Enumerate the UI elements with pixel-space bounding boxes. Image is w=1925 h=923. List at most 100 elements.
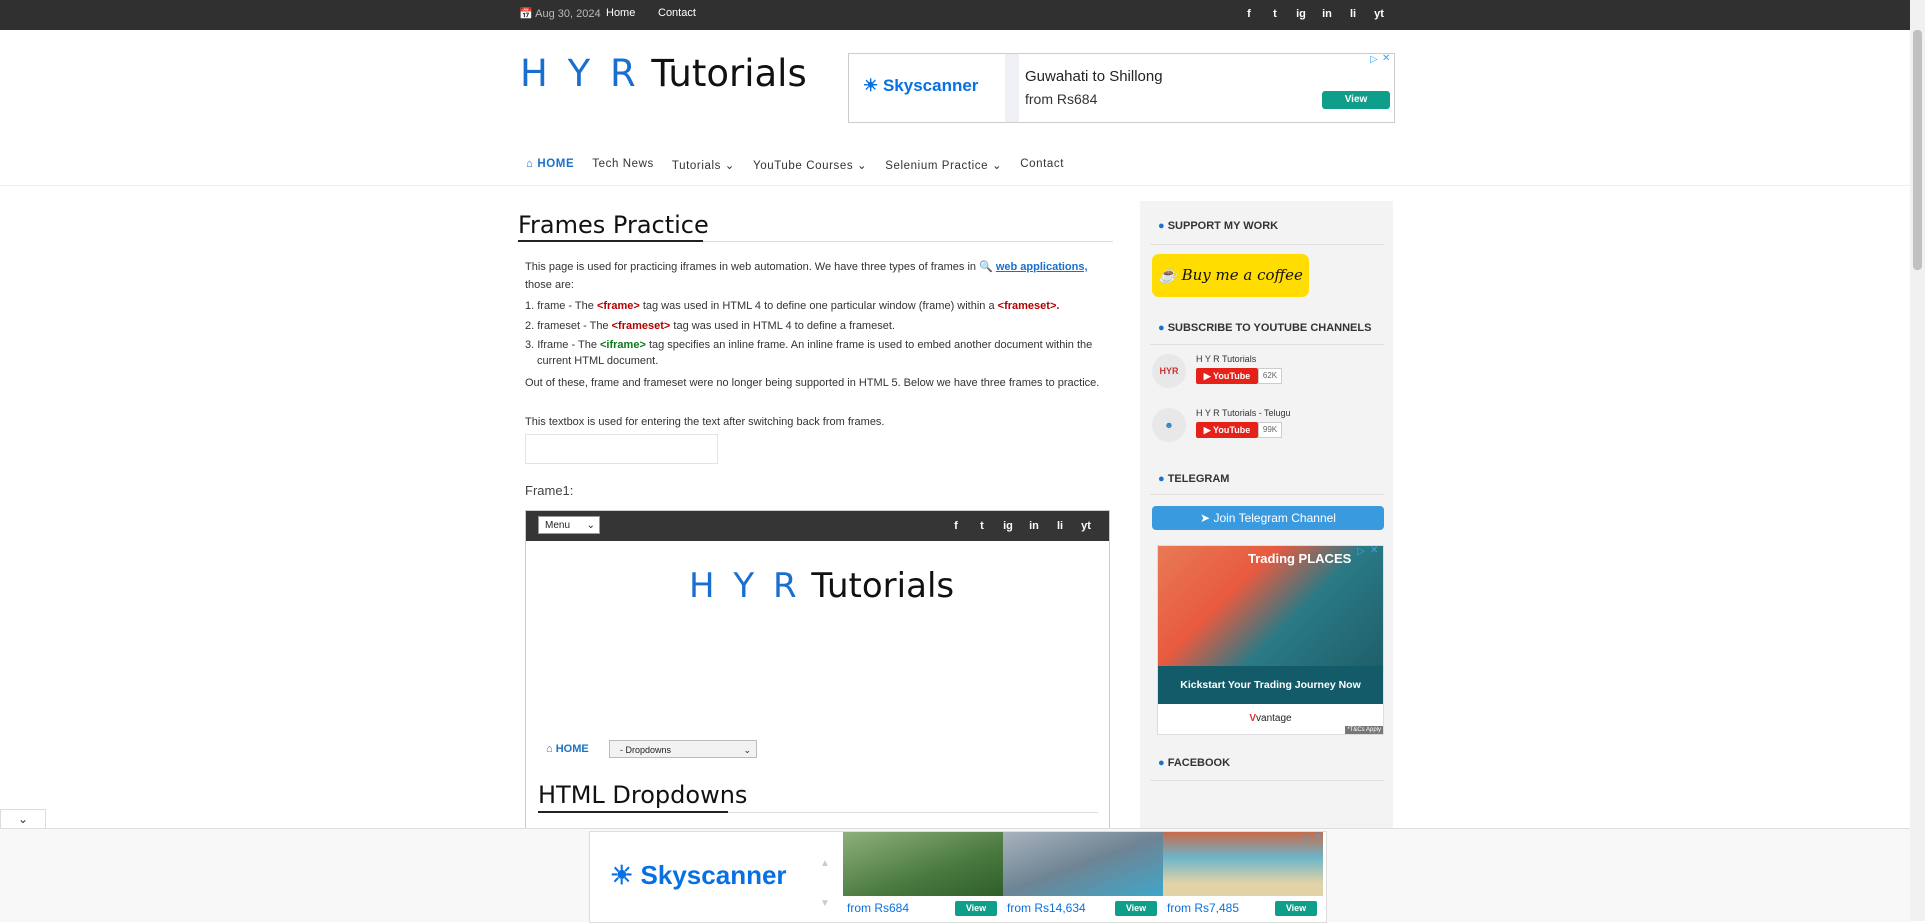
outro-text: Out of these, frame and frameset were no… [525,377,1100,389]
linkedin-icon[interactable]: li [1047,520,1073,534]
sidebar-divider [1150,780,1384,781]
facebook-heading-text: FACEBOOK [1167,757,1231,769]
twitter-icon[interactable]: t [969,520,995,534]
frame1-logo[interactable]: H Y R Tutorials [689,566,954,606]
ad-choices-icon[interactable]: ▷ [1303,832,1311,843]
ad-route: Guwahati to Shillong [1025,68,1163,85]
destination-tile[interactable]: from Rs684 View [843,832,1003,922]
scrollbar-thumb[interactable] [1913,30,1922,270]
twitter-icon[interactable]: t [1262,8,1288,22]
nav-contact[interactable]: Contact [1020,158,1064,174]
tc-apply: *T&Cs Apply [1345,726,1383,734]
nav-tech-news[interactable]: Tech News [592,158,654,174]
facebook-icon[interactable]: f [943,520,969,534]
search-icon: 🔍 [979,261,993,273]
linkedin-icon[interactable]: li [1340,8,1366,22]
destination-image [1163,832,1323,896]
date-label: 📅 Aug 30, 2024 [519,8,601,20]
frame-tag: <frame> [596,300,640,312]
site-logo[interactable]: H Y R Tutorials [520,52,807,95]
youtube-btn-label: YouTube [1213,371,1251,381]
subscriber-count: 62K [1258,368,1282,384]
page-title: Frames Practice [518,211,709,239]
web-applications-link[interactable]: web applications, [996,261,1088,273]
frame1-title-rule [728,812,1098,813]
top-link-home[interactable]: Home [606,7,635,19]
telegram-plane-icon: ➤ [1200,511,1211,525]
skyscanner-logo: ☀ Skyscanner [610,860,787,890]
ad-close-icon[interactable]: ✕ [1370,545,1378,556]
nav-home[interactable]: ⌂ HOME [526,158,574,174]
instagram-icon[interactable]: in [1314,8,1340,22]
channel-name: H Y R Tutorials - Telugu [1196,408,1291,418]
telegram-heading: ● TELEGRAM [1158,473,1230,485]
top-link-contact[interactable]: Contact [658,7,696,19]
frame1-dropdown-select[interactable]: - Dropdowns ⌄ [609,740,757,758]
frame1-home-label: HOME [555,743,589,755]
instagram-square-icon[interactable]: ig [1288,8,1314,22]
frameset-tag-2: <frameset> [611,320,671,332]
buy-coffee-button[interactable]: ☕ Buy me a coffee [1152,254,1309,297]
destination-tile[interactable]: from Rs14,634 View [1003,832,1163,922]
menu-label: Menu [545,520,571,531]
item3-desc: tag specifies an inline frame. An inline… [648,339,1093,351]
instagram-square-icon[interactable]: ig [995,520,1021,534]
frame1-logo-hyr: H Y R [689,566,801,606]
tile-view-button[interactable]: View [955,901,997,916]
frame1-label: Frame1: [525,483,574,498]
chevron-down-icon: ⌄ [17,812,29,826]
item2-text: 2. frameset - The [525,320,609,332]
main-nav: ⌂ HOME Tech News Tutorials ⌄ YouTube Cou… [526,158,1082,174]
subscribe-heading-text: SUBSCRIBE TO YOUTUBE CHANNELS [1167,322,1372,334]
skyscanner-brand-text: Skyscanner [882,76,979,95]
frameset-tag: <frameset>. [997,300,1060,312]
list-item-iframe-cont: current HTML document. [537,355,659,367]
frame1-menu-select[interactable]: Menu ⌄ [538,516,600,534]
iframe-tag: <iframe> [600,339,646,351]
ad-close-icon[interactable]: ✕ [1382,53,1390,64]
telegram-btn-label: Join Telegram Channel [1213,511,1336,525]
ad-view-button[interactable]: View [1322,91,1390,109]
youtube-icon[interactable]: yt [1366,8,1392,22]
nav-tutorials[interactable]: Tutorials ⌄ [672,158,735,174]
title-underline [518,240,703,242]
join-telegram-button[interactable]: ➤ Join Telegram Channel [1152,506,1384,530]
destination-tile[interactable]: from Rs7,485 View [1163,832,1323,922]
youtube-subscribe-button[interactable]: ▶ YouTube [1196,422,1258,438]
tile-view-button[interactable]: View [1115,901,1157,916]
frame1-social-icons: f t ig in li yt [943,520,1099,534]
subscribe-heading: ● SUBSCRIBE TO YOUTUBE CHANNELS [1158,322,1372,334]
frame1[interactable]: Menu ⌄ f t ig in li yt H Y R Tutorials ⌂… [525,510,1110,832]
nav-youtube-courses[interactable]: YouTube Courses ⌄ [753,158,867,174]
sidebar-divider [1150,494,1384,495]
support-heading: ● SUPPORT MY WORK [1158,220,1279,232]
instagram-icon[interactable]: in [1021,520,1047,534]
tile-view-button[interactable]: View [1275,901,1317,916]
nav-home-label: HOME [537,158,575,170]
facebook-icon[interactable]: f [1236,8,1262,22]
vantage-sidebar-ad[interactable]: Trading PLACES Kickstart Your Trading Jo… [1157,545,1384,735]
destination-image [843,832,1003,896]
date-text: Aug 30, 2024 [535,8,601,20]
youtube-subscribe-button[interactable]: ▶ YouTube [1196,368,1258,384]
nav-selenium-practice[interactable]: Selenium Practice ⌄ [885,158,1002,174]
page-scrollbar[interactable] [1910,0,1925,921]
frame1-nav-home[interactable]: ⌂ HOME [546,743,589,755]
youtube-btn-label: YouTube [1213,425,1251,435]
item2-desc: tag was used in HTML 4 to define a frame… [673,320,895,332]
skyscanner-bottom-ad[interactable]: ☀ Skyscanner ▲ ▼ from Rs684 View from Rs1… [589,831,1327,923]
list-item-iframe: 3. Iframe - The <iframe> tag specifies a… [525,339,1092,351]
skyscanner-banner-ad[interactable]: ☀ Skyscanner Guwahati to Shillong from R… [848,53,1395,123]
ad-close-icon[interactable]: ✕ [1314,831,1322,842]
list-item-frameset: 2. frameset - The <frameset> tag was use… [525,320,895,332]
sidebar-divider [1150,344,1384,345]
coffee-cup-icon: ☕ [1158,266,1177,284]
tile-price: from Rs684 [847,901,910,915]
frame1-title-underline [538,811,728,813]
frame1-topbar: Menu ⌄ f t ig in li yt [526,511,1109,541]
text-input[interactable] [525,434,718,464]
carousel-arrows[interactable]: ▲ ▼ [820,844,830,922]
ad-choices-icon[interactable]: ▷ [1370,54,1378,65]
ad-choices-icon[interactable]: ▷ [1357,546,1365,557]
youtube-icon[interactable]: yt [1073,520,1099,534]
